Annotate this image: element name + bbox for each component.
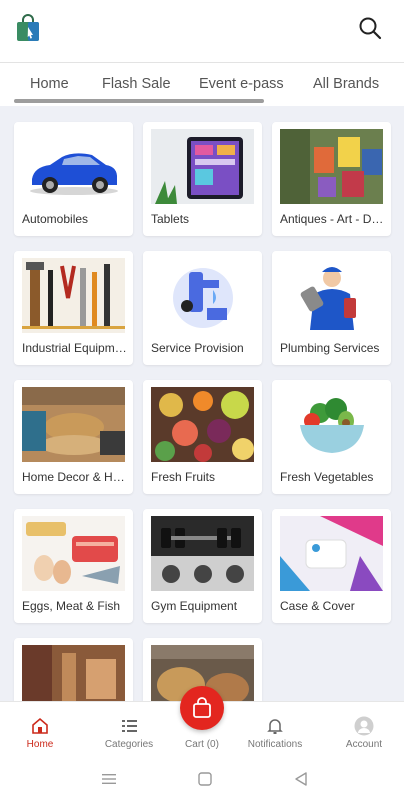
category-card-fresh-vegetables[interactable]: Fresh Vegetables [272, 380, 391, 494]
top-bar [0, 0, 404, 62]
category-card-automobiles[interactable]: Automobiles [14, 122, 133, 236]
category-card-tablets[interactable]: Tablets [143, 122, 262, 236]
avatar-icon [354, 716, 374, 736]
shopping-bag-logo-icon[interactable] [15, 14, 41, 42]
cart-button[interactable] [180, 686, 224, 730]
category-label: Gym Equipment [151, 599, 238, 613]
gym-equipment-image [151, 516, 254, 591]
bell-icon [265, 716, 285, 736]
category-card-industrial-equipment[interactable]: Industrial Equipment [14, 251, 133, 365]
tab-all-brands[interactable]: All Brands [313, 63, 379, 106]
fresh-fruits-image [151, 387, 254, 462]
back-icon[interactable] [293, 771, 309, 787]
category-card-plumbing-services[interactable]: Plumbing Services [272, 251, 391, 365]
nav-categories-label: Categories [104, 739, 154, 750]
category-label: Antiques - Art - Decor [280, 212, 386, 226]
nav-home[interactable]: Home [0, 702, 80, 758]
category-label: Service Provision [151, 341, 244, 355]
tab-scroll-indicator [14, 99, 264, 103]
category-label: Eggs, Meat & Fish [22, 599, 121, 613]
system-navigation-bar [0, 757, 404, 800]
menu-icon[interactable] [101, 771, 117, 787]
fresh-vegetables-image [280, 387, 383, 462]
plumbing-services-image [280, 258, 383, 333]
category-label: Tablets [151, 212, 190, 226]
category-label: Home Decor & Household [22, 470, 128, 484]
nav-home-label: Home [26, 739, 54, 750]
home-decor-image [22, 387, 125, 462]
home-icon [30, 716, 50, 736]
automobiles-image [22, 129, 125, 204]
nav-cart-label: Cart (0) [185, 739, 219, 750]
tab-bar: Home Flash Sale Event e-pass All Brands [0, 62, 404, 106]
eggs-meat-fish-image [22, 516, 125, 591]
service-provision-image [151, 258, 254, 333]
nav-notifications-label: Notifications [247, 739, 303, 750]
category-label: Automobiles [22, 212, 89, 226]
list-icon [119, 716, 139, 736]
nav-categories[interactable]: Categories [89, 702, 169, 758]
tablets-image [151, 129, 254, 204]
nav-account-label: Account [345, 739, 383, 750]
nav-account[interactable]: Account [324, 702, 404, 758]
category-label: Case & Cover [280, 599, 355, 613]
nav-notifications[interactable]: Notifications [235, 702, 315, 758]
case-cover-image [280, 516, 383, 591]
category-label: Industrial Equipment [22, 341, 128, 355]
category-card-antiques-art-decor[interactable]: Antiques - Art - Decor [272, 122, 391, 236]
category-card-service-provision[interactable]: Service Provision [143, 251, 262, 365]
category-card-home-decor-household[interactable]: Home Decor & Household [14, 380, 133, 494]
antiques-art-image [280, 129, 383, 204]
category-card-fresh-fruits[interactable]: Fresh Fruits [143, 380, 262, 494]
category-card-eggs-meat-fish[interactable]: Eggs, Meat & Fish [14, 509, 133, 623]
category-label: Fresh Vegetables [280, 470, 374, 484]
shopping-bag-icon [193, 697, 211, 718]
search-icon[interactable] [356, 14, 384, 42]
category-card-gym-equipment[interactable]: Gym Equipment [143, 509, 262, 623]
category-label: Fresh Fruits [151, 470, 216, 484]
industrial-tools-image [22, 258, 125, 333]
home-square-icon[interactable] [197, 771, 213, 787]
category-label: Plumbing Services [280, 341, 380, 355]
category-card-case-cover[interactable]: Case & Cover [272, 509, 391, 623]
